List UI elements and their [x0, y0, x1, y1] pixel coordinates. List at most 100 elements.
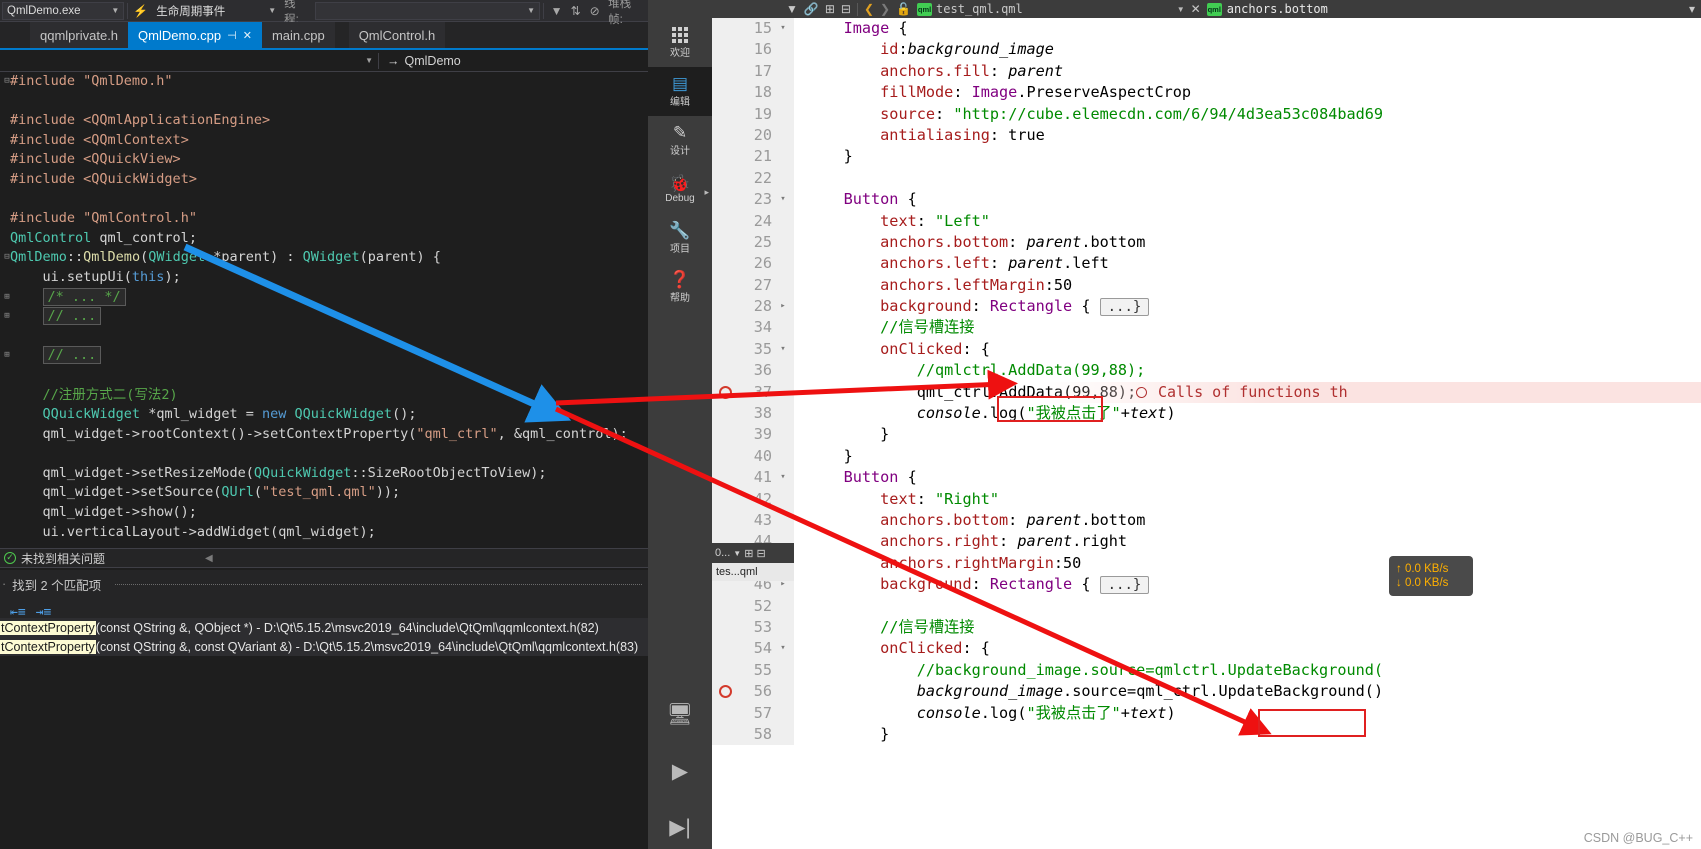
close-icon[interactable]: ✕ [1191, 2, 1201, 16]
close-split-icon[interactable]: ⊟ [841, 2, 851, 16]
qml-code-editor[interactable]: 15 ▾ Image {16 id:background_image 17 anch… [712, 18, 1701, 849]
line-number: 25 [712, 231, 794, 254]
run-button[interactable]: ▶ [648, 743, 712, 799]
line-number: 57 [712, 702, 794, 724]
monitor-icon: 🖥 [666, 703, 694, 726]
mode-edit[interactable]: ▤ 编辑 [648, 67, 712, 116]
code-token: .bottom [1081, 232, 1146, 251]
tab-qqmlprivate-h[interactable]: qqmlprivate.h [30, 22, 129, 48]
code-line: 41 ▾ Button { [712, 467, 1701, 489]
breakpoint-icon[interactable] [719, 385, 732, 399]
step-icon[interactable]: ⇅ [566, 4, 585, 18]
mode-projects[interactable]: 🔧 项目 [648, 214, 712, 263]
chevron-down-icon[interactable]: ▼ [1177, 5, 1185, 14]
nav-forward-icon[interactable]: ❯ [880, 2, 890, 16]
code-line: 37 qml_ctrl.AddData(99,88);Calls of func… [712, 381, 1701, 404]
code-token: #include [10, 151, 84, 168]
debug-button[interactable]: ▶| [648, 799, 712, 849]
line-number: 36 [712, 360, 794, 382]
collapse-icon[interactable]: ⊟ [0, 248, 14, 268]
code-token: parent [1008, 254, 1064, 273]
lightning-icon[interactable]: ⚡ [131, 4, 150, 18]
intellisense-overload-2[interactable]: tContextProperty (const QString &, const … [0, 637, 648, 656]
nav-back-icon[interactable]: ❮ [864, 2, 874, 16]
link-icon[interactable]: 🔗 [804, 2, 819, 16]
navbar-member-combo[interactable]: → QmlDemo [379, 54, 461, 68]
no-entry-icon[interactable]: ⊘ [585, 4, 604, 18]
expand-icon[interactable]: ⊞ [0, 346, 14, 366]
tab-qmlcontrol-h[interactable]: QmlControl.h [348, 22, 446, 48]
code-token: // ... [42, 346, 102, 365]
preview-zoom-label[interactable]: 0... [715, 547, 730, 559]
collapse-icon[interactable]: ▾ [776, 189, 790, 210]
mode-welcome[interactable]: 欢迎 [648, 18, 712, 67]
collapse-icon[interactable]: ⊟ [0, 72, 14, 92]
navbar-scope-combo[interactable]: ▼ [0, 56, 378, 65]
code-text: anchors.right: parent.right [807, 531, 1127, 552]
close-icon[interactable]: ✕ [243, 29, 252, 42]
code-line: 21 } [712, 146, 1701, 168]
code-line: ui.setupUi(this); [0, 268, 648, 288]
code-token: qml_ctrl [1136, 682, 1210, 701]
chevron-down-icon[interactable]: ▼ [733, 549, 741, 558]
code-token: Button [843, 190, 899, 209]
filter-icon[interactable]: ▼ [547, 4, 566, 18]
expand-icon[interactable]: ⊞ [0, 307, 14, 327]
toolbar-divider [127, 2, 129, 19]
code-line: ⊟ QmlDemo::QmlDemo(QWidget *parent) : QWi… [0, 248, 648, 268]
qt-mode-sidebar: 欢迎 ▤ 编辑 ✎ 设计 🐞 Debug ▸ 🔧 项目 ❓ 帮助 🖥 ▶ ▶| [648, 0, 712, 849]
chevron-right-icon[interactable]: ▸ [704, 187, 709, 198]
code-token: //信号槽连接 [880, 318, 975, 337]
collapse-icon[interactable]: ▾ [776, 638, 790, 659]
code-token: : { [962, 339, 990, 358]
code-line: 17 anchors.fill: parent [712, 60, 1701, 83]
code-token: ) [1166, 404, 1176, 423]
lifecycle-events-combo[interactable]: 生命周期事件 ▼ [152, 2, 280, 20]
tab-qmldemo-cpp[interactable]: QmlDemo.cpp ⊣ ✕ [128, 22, 262, 48]
code-token: //background_image.source=qmlctrl.Update… [916, 660, 1384, 679]
qml-preview-tab[interactable]: tes...qml [712, 563, 794, 581]
code-token: QUrl [221, 484, 254, 501]
collapse-icon[interactable]: ◀ [205, 553, 213, 564]
mode-help[interactable]: ❓ 帮助 [648, 263, 712, 312]
intellisense-overload-1[interactable]: tContextProperty (const QString &, QObjec… [0, 618, 648, 637]
debug-target-combo[interactable]: QmlDemo.exe ▼ [2, 1, 125, 20]
split-add-icon[interactable]: ⊞ [825, 2, 835, 16]
collapse-icon[interactable]: ▾ [776, 467, 790, 488]
expand-icon[interactable]: ▸ [776, 296, 790, 317]
tab-main-cpp[interactable]: main.cpp [261, 22, 335, 48]
code-line: 44 anchors.right: parent.right [712, 531, 1701, 553]
minimize-icon[interactable]: ▾ [1689, 2, 1695, 16]
code-token: source [880, 104, 936, 123]
split-add-icon[interactable]: ⊞ [744, 547, 753, 560]
thread-combo[interactable]: ▼ [315, 1, 541, 20]
mode-debug[interactable]: 🐞 Debug ▸ [648, 165, 712, 214]
code-token: text [1129, 404, 1167, 423]
cpp-code-editor[interactable]: ⊟ #include "QmlDemo.h" #include <QQmlAppl… [0, 72, 648, 545]
collapse-icon[interactable]: ▾ [776, 18, 790, 39]
code-text: } [807, 446, 853, 467]
filter-icon[interactable]: ▼ [786, 2, 798, 16]
line-number: 17 [712, 60, 794, 83]
kit-selector-button[interactable]: 🖥 [648, 687, 712, 743]
line-number: 24 [712, 210, 794, 232]
code-line: #include <QQmlContext> [0, 131, 648, 151]
collapse-icon[interactable]: ▾ [776, 339, 790, 360]
close-split-icon[interactable]: ⊟ [756, 547, 765, 560]
expand-icon[interactable]: ⊞ [0, 288, 14, 308]
file-selector-combo[interactable]: qml test_qml.qml ▼ [917, 2, 1185, 16]
line-number: 16 [712, 39, 794, 61]
code-token: <QQuickWidget> [83, 170, 197, 187]
code-token: { [1072, 575, 1100, 594]
pin-icon[interactable]: ⊣ [227, 29, 237, 42]
code-text: fillMode: Image.PreserveAspectCrop [807, 82, 1191, 103]
symbol-breadcrumb[interactable]: qml anchors.bottom [1206, 2, 1328, 16]
code-token: "http://cube.elemecdn.com/6/94/4d3ea53c0… [953, 104, 1384, 123]
code-token: QmlControl [10, 229, 92, 246]
unlocked-icon[interactable]: 🔓 [896, 2, 911, 16]
code-line: #include "QmlControl.h" [0, 209, 648, 229]
code-line: 23 ▾ Button { [712, 189, 1701, 211]
mode-design[interactable]: ✎ 设计 [648, 116, 712, 165]
